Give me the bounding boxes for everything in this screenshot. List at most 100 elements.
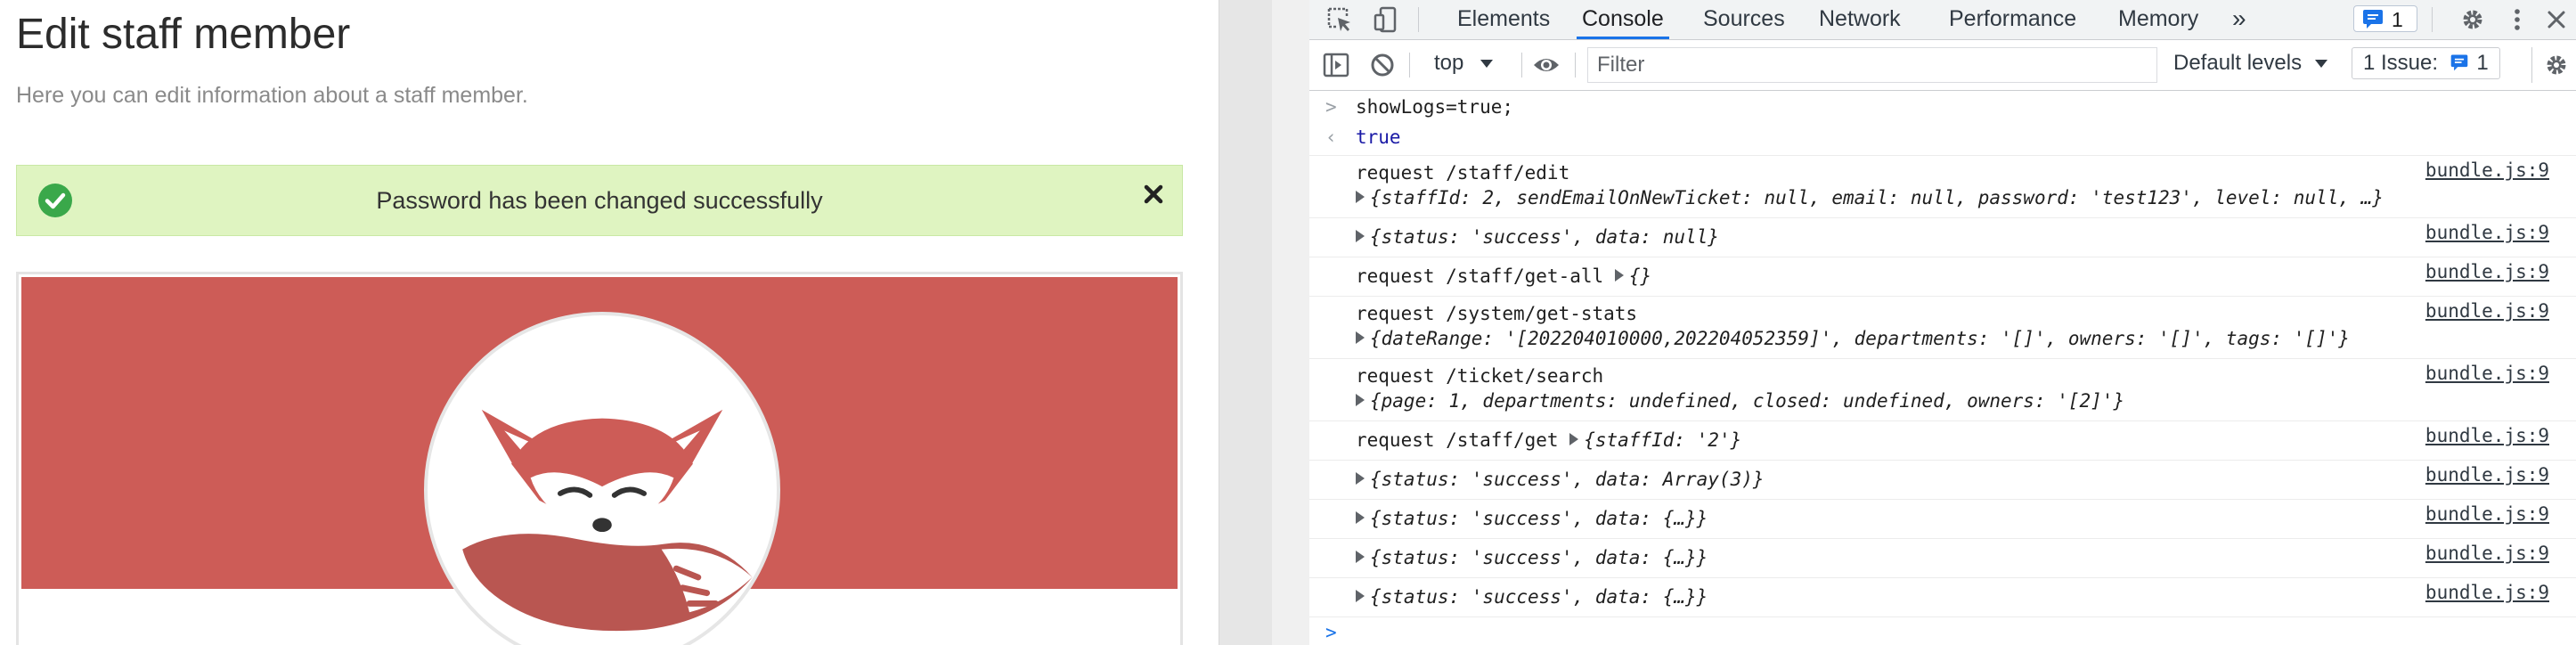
context-label: top	[1434, 51, 1464, 75]
issues-count: 1	[2476, 51, 2489, 75]
success-alert: Password has been changed successfully	[16, 165, 1183, 236]
log-request-path: request /system/get-stats	[1356, 303, 1638, 324]
tab-network[interactable]: Network	[1814, 0, 1906, 39]
expand-triangle-icon[interactable]	[1569, 433, 1579, 445]
dropdown-arrow-icon	[1480, 60, 1494, 68]
sidebar-toggle-icon[interactable]	[1322, 51, 1350, 79]
source-link[interactable]: bundle.js:9	[2425, 259, 2549, 284]
log-object[interactable]: {status: 'success', data: {…}}	[1356, 584, 1708, 609]
message-icon	[2363, 10, 2383, 29]
expand-triangle-icon[interactable]	[1356, 472, 1365, 485]
alert-message: Password has been changed successfully	[376, 187, 823, 214]
more-vertical-icon[interactable]	[2503, 5, 2531, 34]
tab-memory[interactable]: Memory	[2113, 0, 2204, 39]
source-link[interactable]: bundle.js:9	[2425, 298, 2549, 323]
toolbar-divider	[1418, 7, 1419, 32]
source-link[interactable]: bundle.js:9	[2425, 502, 2549, 527]
console-result: true	[1356, 127, 1401, 148]
log-object[interactable]: {status: 'success', data: null}	[1356, 225, 1719, 249]
console-command: showLogs=true;	[1356, 96, 1514, 118]
source-link[interactable]: bundle.js:9	[2425, 220, 2549, 245]
log-entry: {status: 'success', data: {…}} bundle.js…	[1309, 577, 2576, 617]
log-request-path: request /staff/edit	[1356, 162, 1570, 184]
log-object[interactable]: {staffId: 2, sendEmailOnNewTicket: null,…	[1356, 185, 2384, 210]
devtools-resize-handle[interactable]	[1272, 0, 1310, 645]
chevron-right-icon: >	[1325, 96, 1337, 118]
log-object[interactable]: {status: 'success', data: {…}}	[1356, 506, 1708, 531]
console-settings-gear-icon[interactable]	[2542, 51, 2571, 79]
expand-triangle-icon[interactable]	[1356, 230, 1365, 242]
console-result-row: ‹ true	[1309, 123, 2576, 156]
expand-triangle-icon[interactable]	[1356, 590, 1365, 602]
inspect-element-icon[interactable]	[1325, 5, 1354, 34]
console-prompt[interactable]: >	[1309, 616, 2576, 645]
log-entry: {status: 'success', data: null} bundle.j…	[1309, 217, 2576, 257]
live-expression-eye-icon[interactable]	[1532, 51, 1561, 79]
source-link[interactable]: bundle.js:9	[2425, 158, 2549, 183]
log-entry: {status: 'success', data: Array(3)} bund…	[1309, 460, 2576, 500]
log-entry: {status: 'success', data: {…}} bundle.js…	[1309, 499, 2576, 539]
log-levels-dropdown[interactable]: Default levels	[2173, 49, 2329, 78]
log-request-line: request /staff/get {staffId: '2'}	[1356, 429, 1742, 451]
expand-triangle-icon[interactable]	[1356, 551, 1365, 563]
expand-triangle-icon[interactable]	[1614, 269, 1624, 282]
source-link[interactable]: bundle.js:9	[2425, 580, 2549, 605]
app-page: Edit staff member Here you can edit info…	[0, 0, 1219, 645]
tab-performance[interactable]: Performance	[1944, 0, 2082, 39]
issues-button[interactable]: 1 Issue: 1	[2352, 47, 2500, 79]
toolbar-divider	[2531, 47, 2532, 83]
expand-triangle-icon[interactable]	[1356, 331, 1365, 344]
expand-triangle-icon[interactable]	[1356, 511, 1365, 524]
clear-console-icon[interactable]	[1368, 51, 1397, 79]
console-filter-input[interactable]	[1587, 47, 2157, 83]
console-toolbar: top Default levels 1 Issue: 1	[1309, 40, 2576, 91]
log-entry: request /ticket/search {page: 1, departm…	[1309, 358, 2576, 421]
log-entry: request /staff/get-all {} bundle.js:9	[1309, 257, 2576, 297]
source-link[interactable]: bundle.js:9	[2425, 462, 2549, 487]
log-entry: request /staff/get {staffId: '2'} bundle…	[1309, 420, 2576, 461]
prompt-chevron-icon: >	[1325, 622, 1337, 643]
log-levels-label: Default levels	[2173, 51, 2303, 75]
expand-triangle-icon[interactable]	[1356, 191, 1365, 203]
page-edge-gutter	[1219, 0, 1273, 645]
source-link[interactable]: bundle.js:9	[2425, 541, 2549, 566]
context-selector[interactable]: top	[1434, 49, 1495, 78]
close-devtools-icon[interactable]	[2542, 5, 2571, 34]
tab-console[interactable]: Console	[1577, 0, 1669, 39]
toolbar-divider	[1575, 53, 1576, 78]
log-object[interactable]: {status: 'success', data: {…}}	[1356, 545, 1708, 570]
expand-triangle-icon[interactable]	[1356, 394, 1365, 406]
devtools-panel: Elements Console Sources Network Perform…	[1309, 0, 2576, 645]
tab-elements[interactable]: Elements	[1452, 0, 1555, 39]
log-request-path: request /ticket/search	[1356, 365, 1604, 387]
page-title: Edit staff member	[16, 11, 351, 58]
issue-message-icon	[2450, 54, 2468, 71]
log-object[interactable]: {dateRange: '[202204010000,202204052359]…	[1356, 326, 2350, 351]
messages-badge[interactable]: 1	[2353, 5, 2417, 32]
tab-sources[interactable]: Sources	[1698, 0, 1790, 39]
close-icon[interactable]	[1139, 180, 1168, 208]
log-entry: request /system/get-stats {dateRange: '[…	[1309, 296, 2576, 359]
device-toolbar-icon[interactable]	[1372, 5, 1400, 34]
more-tabs-button[interactable]: »	[2227, 0, 2252, 39]
check-circle-icon	[38, 184, 72, 217]
toolbar-divider	[1409, 53, 1410, 78]
console-input-row: > showLogs=true;	[1309, 91, 2576, 123]
log-entry: request /staff/edit {staffId: 2, sendEma…	[1309, 155, 2576, 218]
fox-logo-icon	[462, 409, 753, 632]
dropdown-arrow-icon	[2314, 60, 2327, 68]
toolbar-divider	[1521, 53, 1522, 78]
console-output: > showLogs=true; ‹ true request /staff/e…	[1309, 91, 2576, 645]
return-arrow-icon: ‹	[1325, 127, 1337, 148]
log-object[interactable]: {status: 'success', data: Array(3)}	[1356, 467, 1765, 492]
log-request-line: request /staff/get-all {}	[1356, 265, 1652, 287]
log-object[interactable]: {page: 1, departments: undefined, closed…	[1356, 388, 2124, 413]
messages-count: 1	[2392, 8, 2403, 31]
devtools-tab-bar: Elements Console Sources Network Perform…	[1309, 0, 2576, 40]
log-entry: {status: 'success', data: {…}} bundle.js…	[1309, 538, 2576, 578]
page-subtitle: Here you can edit information about a st…	[16, 83, 528, 108]
source-link[interactable]: bundle.js:9	[2425, 423, 2549, 448]
settings-gear-icon[interactable]	[2458, 5, 2487, 34]
source-link[interactable]: bundle.js:9	[2425, 361, 2549, 386]
issues-label: 1 Issue:	[2363, 51, 2439, 75]
